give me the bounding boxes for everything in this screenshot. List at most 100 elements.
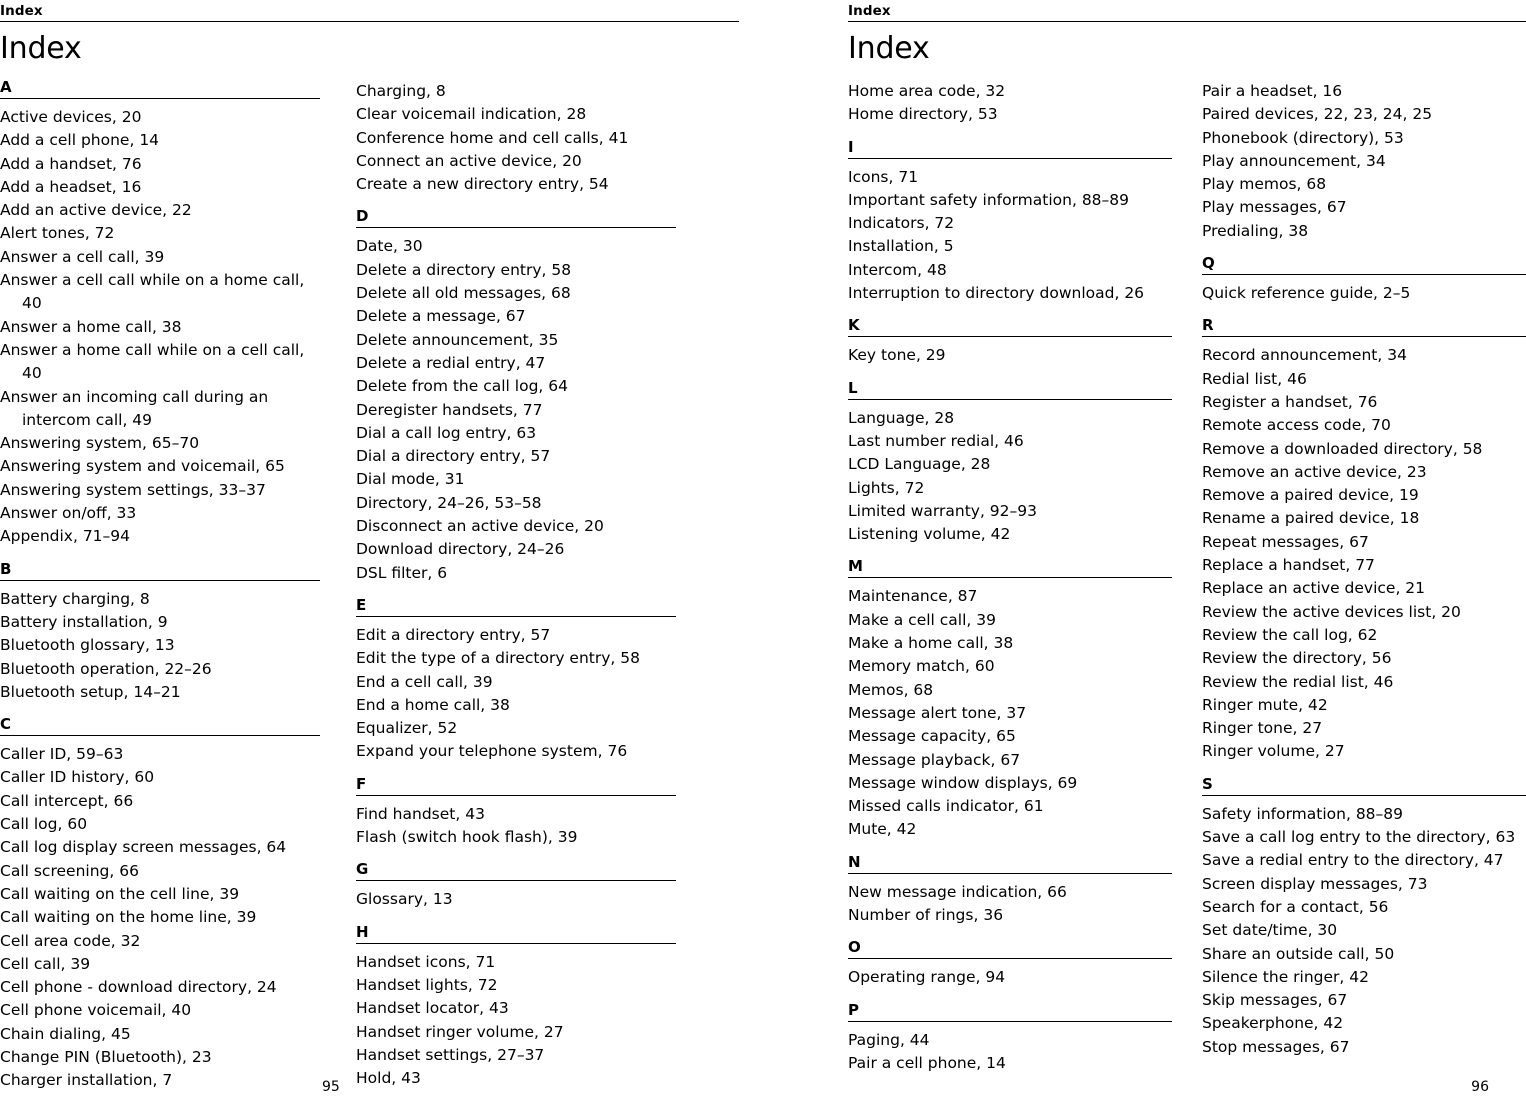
index-letter-heading: Q: [1202, 256, 1526, 276]
index-entry: Deregister handsets, 77: [356, 400, 543, 419]
index-entry: Equalizer, 52: [356, 719, 458, 738]
index-entry: Delete a directory entry, 58: [356, 260, 572, 279]
index-entry: Lights, 72: [848, 478, 925, 497]
index-entry: Chain dialing, 45: [0, 1024, 131, 1043]
index-entry: Message playback, 67: [848, 750, 1021, 769]
index-entry: Active devices, 20: [0, 108, 142, 126]
page-number-right: 96: [1471, 1079, 1489, 1095]
index-entry: Make a home call, 38: [848, 634, 1014, 653]
index-entry: Screen display messages, 73: [1202, 874, 1428, 893]
running-head-left: Index: [0, 3, 43, 19]
index-entry: Caller ID, 59–63: [0, 745, 124, 764]
index-letter-heading: C: [0, 717, 320, 737]
index-entry: Remove a downloaded directory, 58: [1202, 439, 1483, 458]
index-entry: Call log, 60: [0, 815, 88, 834]
index-entry: Handset lights, 72: [356, 975, 498, 994]
index-entry: Maintenance, 87: [848, 587, 978, 606]
index-entry: Bluetooth operation, 22–26: [0, 659, 212, 678]
index-letter-heading: B: [0, 561, 320, 581]
index-entry: Delete a message, 67: [356, 307, 526, 326]
index-entry: Safety information, 88–89: [1202, 804, 1404, 823]
index-letter-heading: O: [848, 940, 1172, 960]
index-entry: Remote access code, 70: [1202, 416, 1391, 435]
index-entry: Intercom, 48: [848, 260, 947, 279]
index-entry: Icons, 71: [848, 167, 919, 186]
index-entry: Call waiting on the cell line, 39: [0, 884, 240, 903]
index-entry: Delete a redial entry, 47: [356, 353, 546, 372]
index-entry: Phonebook (directory), 53: [1202, 128, 1404, 147]
index-entry: Silence the ringer, 42: [1202, 967, 1369, 986]
index-entry: Dial a call log entry, 63: [356, 423, 537, 442]
index-entry: Add a cell phone, 14: [0, 131, 160, 150]
index-entry: LCD Language, 28: [848, 455, 991, 474]
index-entry: Delete from the call log, 64: [356, 377, 568, 396]
index-entry: Stop messages, 67: [1202, 1037, 1350, 1056]
index-entry: Cell call, 39: [0, 954, 91, 973]
page-number-left: 95: [322, 1079, 340, 1095]
index-entry: Save a call log entry to the directory, …: [1202, 828, 1516, 847]
index-entry: Answer an incoming call during an interc…: [0, 387, 274, 429]
index-page-left: Index Index A Active devices, 20 Add a cel…: [0, 0, 763, 1101]
index-entry: Alert tones, 72: [0, 224, 115, 243]
index-entry: Answer a home call while on a cell call,…: [0, 340, 310, 383]
index-entry: Handset locator, 43: [356, 999, 509, 1018]
index-entry: Message capacity, 65: [848, 727, 1016, 746]
index-entry: Number of rings, 36: [848, 906, 1004, 925]
index-page-right: Index Index Home area code, 32 Home direc…: [763, 0, 1526, 1101]
index-entry: Paging, 44: [848, 1030, 930, 1049]
index-entry: Memory match, 60: [848, 657, 995, 676]
index-entry: Cell phone voicemail, 40: [0, 1001, 192, 1020]
index-entry: Operating range, 94: [848, 968, 1006, 987]
index-entry: Home directory, 53: [848, 105, 998, 124]
index-entry: Call waiting on the home line, 39: [0, 908, 257, 927]
index-entry: Clear voicemail indication, 28: [356, 105, 587, 124]
index-entry: Bluetooth glossary, 13: [0, 636, 175, 655]
index-entry: Answer on/off, 33: [0, 504, 137, 523]
index-entry: Register a handset, 76: [1202, 392, 1378, 411]
index-entry: Add a handset, 76: [0, 154, 142, 173]
index-entry: Repeat messages, 67: [1202, 532, 1369, 551]
index-letter-heading: M: [848, 559, 1172, 579]
index-entry: Rename a paired device, 18: [1202, 509, 1420, 528]
index-entry: Skip messages, 67: [1202, 991, 1348, 1010]
index-entry: Replace an active device, 21: [1202, 579, 1426, 598]
index-entry: Paired devices, 22, 23, 24, 25: [1202, 105, 1433, 124]
index-entry: Expand your telephone system, 76: [356, 742, 628, 761]
index-entry: Glossary, 13: [356, 890, 453, 909]
index-entry: Missed calls indicator, 61: [848, 797, 1044, 816]
index-entry: Message window displays, 69: [848, 773, 1078, 792]
index-entry: End a cell call, 39: [356, 672, 493, 691]
index-entry: Review the directory, 56: [1202, 649, 1392, 668]
index-entry: DSL filter, 6: [356, 563, 448, 582]
index-entry: Important safety information, 88–89: [848, 190, 1130, 209]
index-entry: Dial a directory entry, 57: [356, 447, 551, 466]
index-entry: Listening volume, 42: [848, 525, 1011, 544]
index-letter-heading: H: [356, 924, 676, 944]
page-title-left: Index: [0, 31, 82, 66]
index-letter-heading: G: [356, 862, 676, 882]
index-column-3: Home area code, 32 Home directory, 53 I Ico…: [848, 80, 1172, 1075]
index-letter-heading: E: [356, 597, 676, 617]
index-entry: New message indication, 66: [848, 882, 1067, 901]
index-column-1: A Active devices, 20 Add a cell phone, 14 A…: [0, 80, 320, 1093]
index-entry: Disconnect an active device, 20: [356, 517, 604, 536]
index-entry: Answer a cell call while on a home call,…: [0, 271, 310, 313]
index-entry: Replace a handset, 77: [1202, 556, 1375, 575]
index-entry: Create a new directory entry, 54: [356, 175, 609, 194]
index-entry: Pair a cell phone, 14: [848, 1053, 1006, 1072]
index-entry: Remove a paired device, 19: [1202, 486, 1419, 505]
index-entry: Flash (switch hook flash), 39: [356, 828, 578, 847]
index-entry: Memos, 68: [848, 680, 934, 699]
index-entry: Download directory, 24–26: [356, 540, 565, 559]
index-entry: End a home call, 38: [356, 695, 510, 714]
index-entry: Dial mode, 31: [356, 470, 465, 489]
index-entry: Pair a headset, 16: [1202, 82, 1343, 100]
index-entry: Delete all old messages, 68: [356, 284, 571, 303]
index-entry: Share an outside call, 50: [1202, 944, 1395, 963]
index-entry: Edit a directory entry, 57: [356, 625, 551, 644]
index-entry: Play messages, 67: [1202, 198, 1347, 217]
index-entry: Review the active devices list, 20: [1202, 602, 1461, 621]
index-entry: Charger installation, 7: [0, 1071, 173, 1090]
index-entry: Charging, 8: [356, 82, 446, 100]
index-entry: Key tone, 29: [848, 346, 946, 365]
